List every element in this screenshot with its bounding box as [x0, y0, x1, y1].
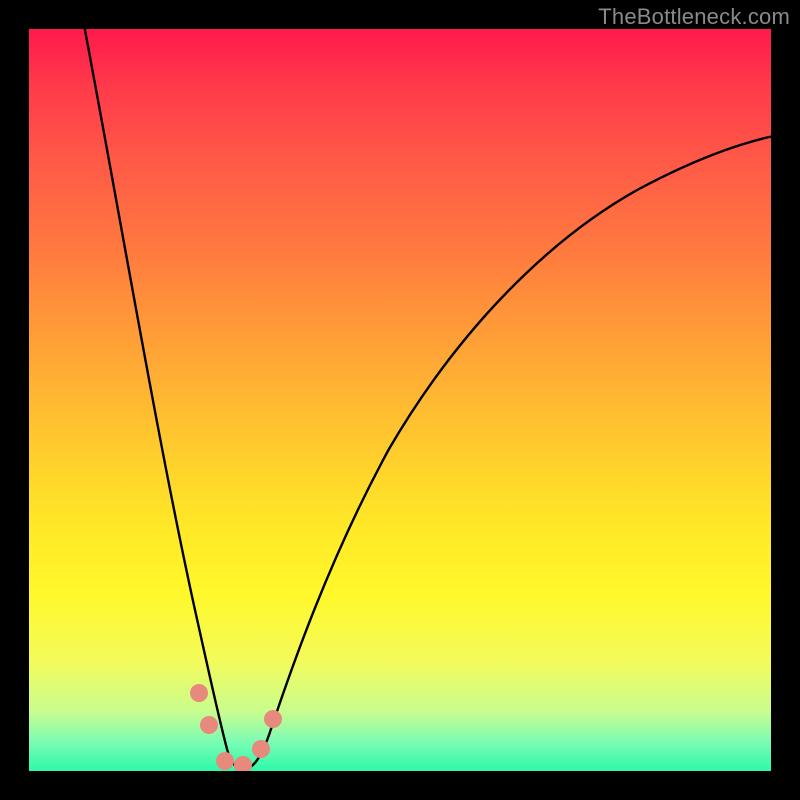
marker-bottom-left	[216, 752, 234, 770]
watermark-label: TheBottleneck.com	[598, 4, 790, 30]
marker-left-upper	[190, 684, 208, 702]
curve-right-branch	[243, 131, 771, 769]
marker-left-lower	[200, 716, 218, 734]
marker-right-lower	[252, 740, 270, 758]
marker-bottom-mid	[234, 756, 252, 771]
curve-overlay	[29, 29, 771, 771]
marker-right-upper	[264, 710, 282, 728]
curve-left-branch	[81, 29, 243, 769]
marker-group	[190, 684, 282, 771]
